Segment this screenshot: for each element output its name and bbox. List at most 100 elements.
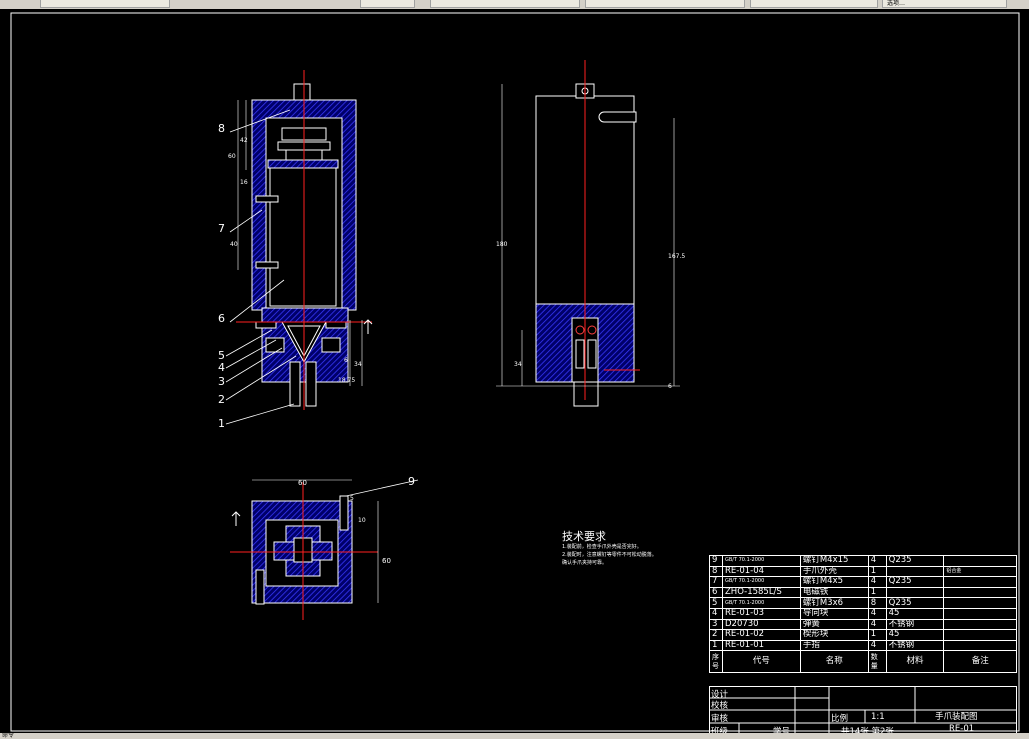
dim-front-16: 16 bbox=[240, 179, 248, 186]
bom-cell bbox=[885, 565, 945, 578]
bom-cell bbox=[943, 586, 1017, 599]
bom-cell bbox=[943, 629, 1017, 641]
front-view bbox=[225, 70, 372, 425]
dim-front-6: 6 bbox=[344, 357, 348, 364]
bom-cell: 手指 bbox=[799, 639, 869, 652]
balloon-3: 3 bbox=[218, 375, 225, 388]
bom-cell: 4 bbox=[867, 555, 887, 567]
bom-cell: RE-01-02 bbox=[721, 629, 801, 641]
dim-front-40: 40 bbox=[230, 241, 238, 248]
bom-cell bbox=[943, 607, 1017, 620]
bom-cell: 7 bbox=[709, 576, 723, 588]
bom-row: 1 RE-01-01 手指 4 不锈钢 bbox=[709, 639, 1017, 652]
bom-cell: 手爪外壳 bbox=[799, 565, 869, 578]
balloon-7: 7 bbox=[218, 222, 225, 235]
tab-layout-3[interactable] bbox=[750, 0, 878, 8]
bom-cell: 9 bbox=[709, 555, 723, 567]
bom-cell bbox=[943, 576, 1017, 588]
bom-cell: 5 bbox=[709, 597, 723, 609]
balloon-4: 4 bbox=[218, 361, 225, 374]
tech-note-2: 2.装配时，注意螺钉等零件不可松动脱落。 bbox=[562, 552, 657, 558]
bom-cell: 45 bbox=[885, 607, 945, 620]
options-dropdown[interactable]: 选项… bbox=[882, 0, 1007, 8]
tech-note-3: 确认手爪夹持可靠。 bbox=[562, 560, 608, 566]
bom-cell: 8 bbox=[709, 565, 723, 578]
bom-cell: 3 bbox=[709, 618, 723, 631]
bom-cell: 序号 bbox=[709, 650, 723, 674]
title-block: 设计 校核 审核 班级 学号 比例 1:1 手爪装配图 共14张 第2张 RE-… bbox=[709, 686, 1017, 737]
bom-cell: 螺钉M4x5 bbox=[799, 576, 869, 588]
bom-cell: 2 bbox=[709, 629, 723, 641]
bom-cell: D20730 bbox=[721, 618, 801, 631]
bom-cell: 1 bbox=[867, 629, 887, 641]
balloon-8: 8 bbox=[218, 122, 225, 135]
bom-cell: 铝合金 bbox=[943, 565, 1017, 578]
bom-cell: 螺钉M3x6 bbox=[799, 597, 869, 609]
dim-front-60: 60 bbox=[228, 153, 236, 160]
balloon-2: 2 bbox=[218, 393, 225, 406]
command-line[interactable]: 命令 bbox=[0, 733, 1029, 739]
bom-row: 4 RE-01-03 导向块 4 45 bbox=[709, 607, 1017, 620]
bom-cell: GB/T 70.1-2000 bbox=[721, 555, 801, 567]
bom-cell: RE-01-03 bbox=[721, 607, 801, 620]
bom-row: 6 ZHO-1585L/S 电磁铁 1 bbox=[709, 586, 1017, 599]
bom-cell: 不锈钢 bbox=[885, 618, 945, 631]
bom-cell bbox=[943, 597, 1017, 609]
bom-cell: 代号 bbox=[721, 650, 801, 674]
dim-side-34: 34 bbox=[514, 361, 522, 368]
bom-cell: 6 bbox=[709, 586, 723, 599]
bom-cell: 4 bbox=[867, 607, 887, 620]
balloon-9: 9 bbox=[408, 475, 415, 488]
dim-side-180: 180 bbox=[496, 241, 508, 248]
bom-cell: 名称 bbox=[799, 650, 869, 674]
bom-cell bbox=[943, 555, 1017, 567]
tech-title: 技术要求 bbox=[562, 530, 606, 543]
bom-row: 3 D20730 弹簧 4 不锈钢 bbox=[709, 618, 1017, 631]
dim-side-167-5: 167.5 bbox=[668, 253, 686, 260]
bom-cell: 材料 bbox=[885, 650, 945, 674]
bom-cell: Q235 bbox=[885, 597, 945, 609]
bom-cell: 1 bbox=[709, 639, 723, 652]
bom-cell bbox=[885, 586, 945, 599]
bom-cell bbox=[943, 618, 1017, 631]
bom-cell: 数量 bbox=[867, 650, 887, 674]
bom-row: 2 RE-01-02 楔形块 1 45 bbox=[709, 629, 1017, 641]
technical-requirements: 技术要求 1.装配前，检查手爪外壳是否完好。 2.装配时，注意螺钉等零件不可松动… bbox=[562, 530, 712, 567]
dim-top-60-height: 60 bbox=[382, 557, 391, 565]
dim-front-18-75: 18.75 bbox=[338, 377, 356, 384]
check-label: 校核 bbox=[711, 701, 729, 711]
dim-front-34: 34 bbox=[354, 361, 362, 368]
dim-top-5: 5 bbox=[350, 495, 354, 502]
bom-cell: Q235 bbox=[885, 576, 945, 588]
bom-cell: 楔形块 bbox=[799, 629, 869, 641]
scale-label: 比例 bbox=[831, 714, 849, 724]
bom-cell: 8 bbox=[867, 597, 887, 609]
drawing-canvas[interactable]: 8 7 6 5 4 3 2 1 60 42 16 40 34 6 18.75 1… bbox=[0, 9, 1029, 737]
bom-cell: 4 bbox=[867, 639, 887, 652]
bom-row: 5 GB/T 70.1-2000 螺钉M3x6 8 Q235 bbox=[709, 597, 1017, 609]
bom-cell: 导向块 bbox=[799, 607, 869, 620]
bom-cell: 4 bbox=[709, 607, 723, 620]
bom-row: 7 GB/T 70.1-2000 螺钉M4x5 4 Q235 bbox=[709, 576, 1017, 588]
bom-cell: 备注 bbox=[943, 650, 1017, 674]
dim-top-10: 10 bbox=[358, 517, 366, 524]
tab-layout-2[interactable] bbox=[585, 0, 745, 8]
side-view bbox=[496, 60, 680, 407]
bom-cell: GB/T 70.1-2000 bbox=[721, 597, 801, 609]
bom-cell: GB/T 70.1-2000 bbox=[721, 576, 801, 588]
bom-cell: 1 bbox=[867, 565, 887, 578]
scale-value: 1:1 bbox=[871, 712, 885, 722]
bom-cell: 螺钉M4x15 bbox=[799, 555, 869, 567]
tab-layout-1[interactable] bbox=[430, 0, 580, 8]
bom-cell: 弹簧 bbox=[799, 618, 869, 631]
bom-cell: ZHO-1585L/S bbox=[721, 586, 801, 599]
dim-top-60-width: 60 bbox=[298, 479, 307, 487]
toolbar-layer-buttons[interactable] bbox=[360, 0, 415, 8]
toolbar-icon-strip[interactable] bbox=[40, 0, 170, 8]
bom-cell: 电磁铁 bbox=[799, 586, 869, 599]
bom-cell: Q235 bbox=[885, 555, 945, 567]
bom-cell: RE-01-01 bbox=[721, 639, 801, 652]
review-label: 审核 bbox=[711, 714, 729, 724]
bom-header-row: 序号 代号 名称 数量 材料 备注 bbox=[709, 650, 1017, 674]
bom-row: 8 RE-01-04 手爪外壳 1 铝合金 bbox=[709, 565, 1017, 578]
